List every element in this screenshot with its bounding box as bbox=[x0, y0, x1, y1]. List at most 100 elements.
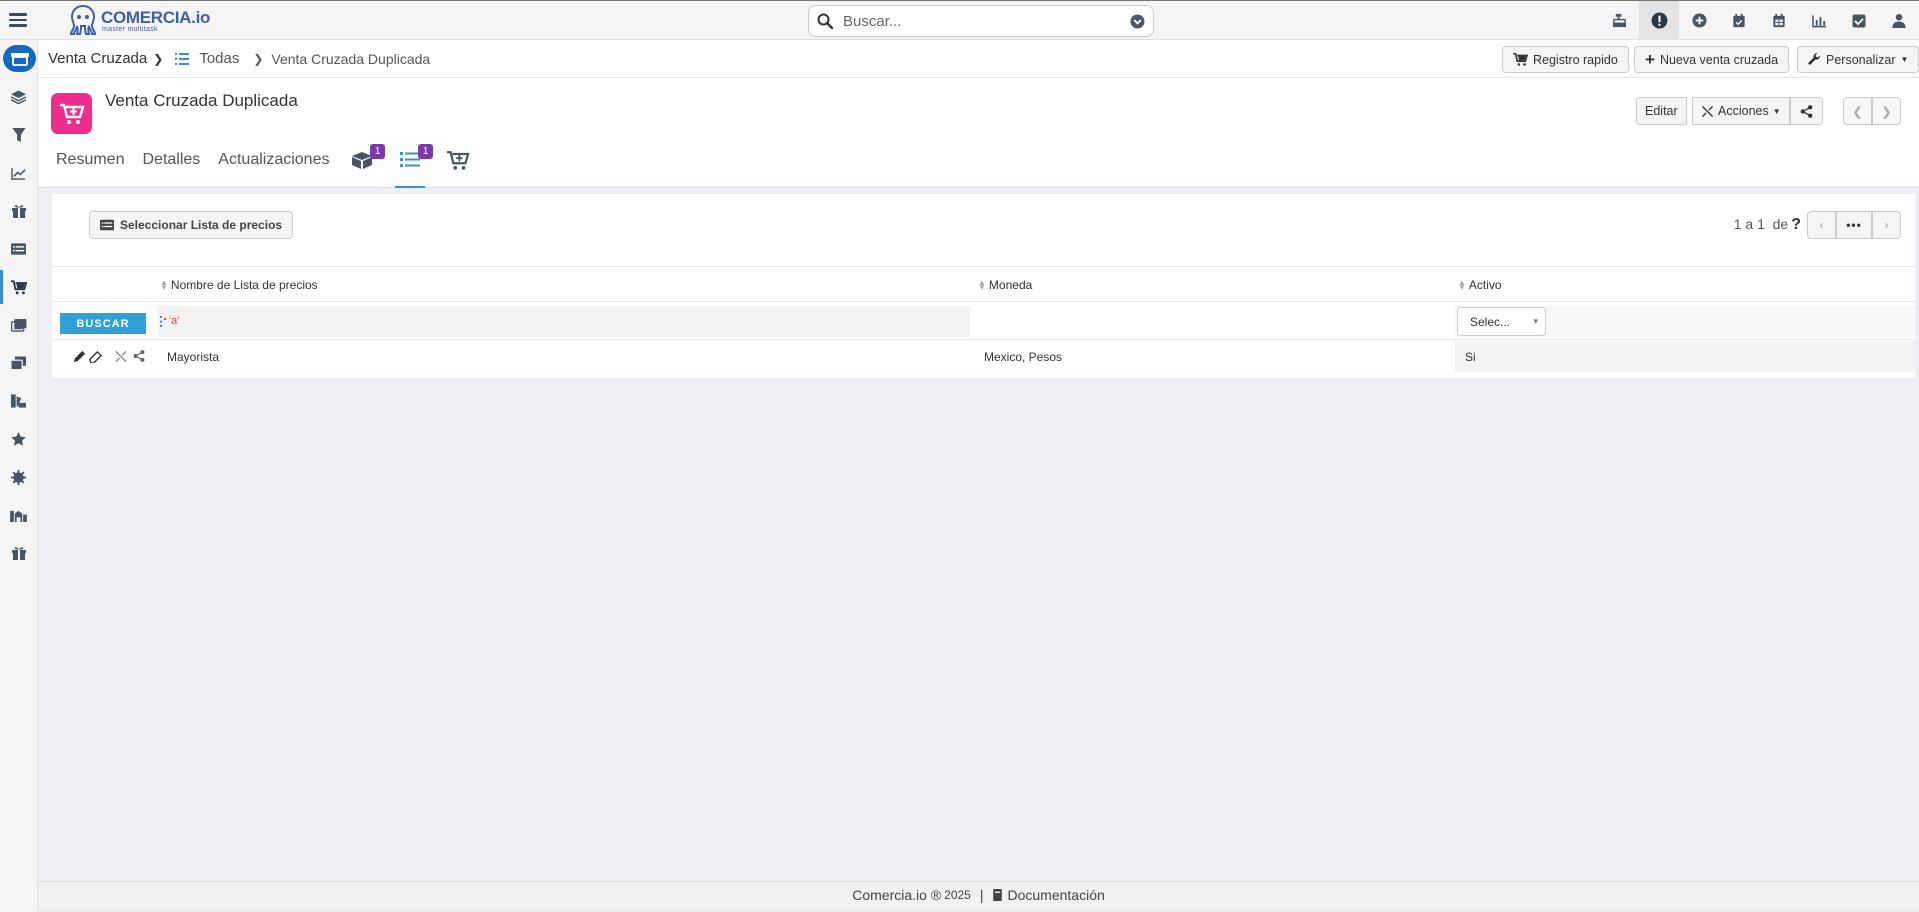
list-icon bbox=[11, 243, 26, 255]
table-row: Mayorista Mexico, Pesos Si bbox=[52, 341, 1915, 372]
chevron-right-icon: ❯ bbox=[253, 51, 264, 66]
sidebar-item-copies[interactable] bbox=[0, 344, 37, 382]
actions-label: Acciones bbox=[1718, 104, 1769, 118]
cart-plus-icon bbox=[10, 279, 27, 294]
tools-icon bbox=[1701, 105, 1714, 117]
copy-icon bbox=[11, 356, 26, 370]
tab-price-lists[interactable]: 1 bbox=[395, 132, 434, 188]
tab-details[interactable]: Detalles bbox=[142, 132, 200, 188]
breadcrumb-current: Venta Cruzada Duplicada bbox=[271, 50, 431, 67]
table-header: ▲ ▼ Nombre de Lista de precios ▲ ▼ Moneda ▲ ▼… bbox=[52, 266, 1915, 302]
tools-icon[interactable] bbox=[114, 350, 128, 363]
caret-down-icon: ▼ bbox=[1772, 106, 1781, 116]
documentation-link[interactable]: Documentación bbox=[992, 887, 1105, 903]
price-list-name-cell[interactable]: Mayorista bbox=[167, 350, 219, 364]
sort-icon: ▲ ▼ bbox=[978, 278, 986, 292]
alert-icon[interactable] bbox=[1639, 1, 1679, 40]
sidebar-item-warehouses[interactable] bbox=[0, 496, 37, 534]
cash-register-icon[interactable] bbox=[1599, 1, 1639, 40]
name-filter-field[interactable]: 'a' bbox=[158, 306, 970, 337]
filter-row: BUSCAR 'a' Selec... bbox=[52, 303, 1915, 340]
wrench-icon bbox=[1808, 53, 1821, 66]
column-header-currency[interactable]: ▲ ▼ Moneda bbox=[978, 278, 1032, 292]
select-price-list-button[interactable]: Seleccionar Lista de precios bbox=[89, 211, 294, 239]
sort-icon: ▲ ▼ bbox=[160, 278, 168, 292]
share-button[interactable] bbox=[1790, 97, 1823, 125]
sidebar-item-filter[interactable] bbox=[0, 116, 37, 154]
calendar-icon[interactable] bbox=[1759, 1, 1799, 40]
column-header-active[interactable]: ▲ ▼ Activo bbox=[1458, 278, 1502, 292]
sidebar-item-cross-sell[interactable] bbox=[0, 268, 37, 306]
search-input[interactable] bbox=[843, 12, 1130, 30]
pencil-icon[interactable] bbox=[73, 350, 86, 363]
star-icon bbox=[11, 432, 26, 446]
user-icon[interactable] bbox=[1879, 1, 1919, 40]
book-icon bbox=[993, 888, 1003, 901]
sidebar-item-reports[interactable] bbox=[0, 154, 37, 192]
search-icon bbox=[817, 13, 833, 29]
bar-chart-icon[interactable] bbox=[1799, 1, 1839, 40]
record-tabs: Resumen Detalles Actualizaciones 1 1 bbox=[56, 132, 473, 188]
menu-icon[interactable] bbox=[9, 10, 27, 30]
add-circle-icon[interactable] bbox=[1679, 1, 1719, 40]
sidebar-item-list[interactable] bbox=[0, 230, 37, 268]
column-header-name[interactable]: ▲ ▼ Nombre de Lista de precios bbox=[160, 278, 318, 292]
pagination-text: 1 a 1 de? bbox=[1733, 216, 1801, 233]
share-icon[interactable] bbox=[133, 350, 145, 362]
help-icon[interactable]: ? bbox=[1791, 216, 1801, 233]
sidebar-item-images[interactable] bbox=[0, 306, 37, 344]
record-header: Venta Cruzada Duplicada Editar Acciones … bbox=[38, 78, 1919, 188]
previous-page-button[interactable]: ‹ bbox=[1807, 211, 1836, 239]
new-cross-sell-button[interactable]: + Nueva venta cruzada bbox=[1634, 46, 1790, 73]
more-pages-button[interactable]: ••• bbox=[1836, 211, 1872, 239]
currency-cell: Mexico, Pesos bbox=[984, 350, 1063, 364]
sidebar-item-promotions[interactable] bbox=[0, 534, 37, 572]
eraser-icon[interactable] bbox=[89, 350, 102, 363]
edit-button[interactable]: Editar bbox=[1636, 97, 1687, 125]
funnel-icon bbox=[11, 127, 26, 142]
page-title: Venta Cruzada Duplicada bbox=[105, 91, 298, 110]
tab-updates[interactable]: Actualizaciones bbox=[218, 132, 329, 188]
sidebar-item-layers[interactable] bbox=[0, 78, 37, 116]
select-price-list-label: Seleccionar Lista de precios bbox=[120, 218, 283, 232]
sort-alpha-icon bbox=[160, 315, 166, 327]
search-button[interactable]: BUSCAR bbox=[60, 313, 146, 334]
next-record-button[interactable]: ❯ bbox=[1872, 97, 1901, 125]
calendar-check-icon[interactable] bbox=[1719, 1, 1759, 40]
logo-subtitle: master multitask bbox=[102, 26, 158, 33]
next-page-button[interactable]: › bbox=[1872, 211, 1901, 239]
previous-record-button[interactable]: ❮ bbox=[1843, 97, 1872, 125]
gift-icon bbox=[11, 547, 26, 560]
chevron-left-icon: ❮ bbox=[1852, 104, 1863, 119]
line-chart-icon bbox=[11, 167, 26, 180]
pagination: 1 a 1 de? ‹ ••• › bbox=[1734, 211, 1901, 239]
breadcrumb-list[interactable]: Todas bbox=[199, 50, 239, 67]
tab-products[interactable]: 1 bbox=[347, 132, 386, 188]
breadcrumb-module[interactable]: Venta Cruzada bbox=[48, 50, 147, 67]
sidebar-item-badges[interactable] bbox=[0, 458, 37, 496]
quick-create-label: Registro rapido bbox=[1533, 52, 1618, 67]
sidebar-item-favorites[interactable] bbox=[0, 420, 37, 458]
sidebar-item-home[interactable] bbox=[0, 40, 37, 78]
sidebar-item-catalog[interactable] bbox=[0, 382, 37, 420]
tab-summary[interactable]: Resumen bbox=[56, 132, 124, 188]
images-icon bbox=[10, 318, 26, 332]
chevron-right-icon: ❯ bbox=[1881, 104, 1892, 119]
store-icon bbox=[3, 45, 36, 72]
certificate-icon bbox=[11, 469, 26, 485]
chevron-down-circle-icon[interactable] bbox=[1130, 13, 1145, 29]
list-icon bbox=[175, 52, 190, 65]
actions-button[interactable]: Acciones ▼ bbox=[1692, 97, 1790, 125]
app-logo[interactable]: COMERCIA.io master multitask bbox=[68, 3, 210, 39]
footer-separator: | bbox=[979, 886, 984, 903]
sidebar-item-gifts[interactable] bbox=[0, 192, 37, 230]
sidebar bbox=[0, 40, 38, 912]
active-filter-select[interactable]: Selec... bbox=[1457, 307, 1546, 336]
plus-icon: + bbox=[1645, 50, 1655, 69]
tab-cross-sell[interactable] bbox=[443, 132, 473, 188]
quick-create-button[interactable]: Registro rapido bbox=[1502, 46, 1629, 73]
customize-button[interactable]: Personalizar ▼ bbox=[1797, 46, 1919, 73]
customize-label: Personalizar bbox=[1826, 52, 1896, 67]
cart-plus-icon bbox=[1513, 53, 1528, 66]
checkbox-icon[interactable] bbox=[1839, 1, 1879, 40]
